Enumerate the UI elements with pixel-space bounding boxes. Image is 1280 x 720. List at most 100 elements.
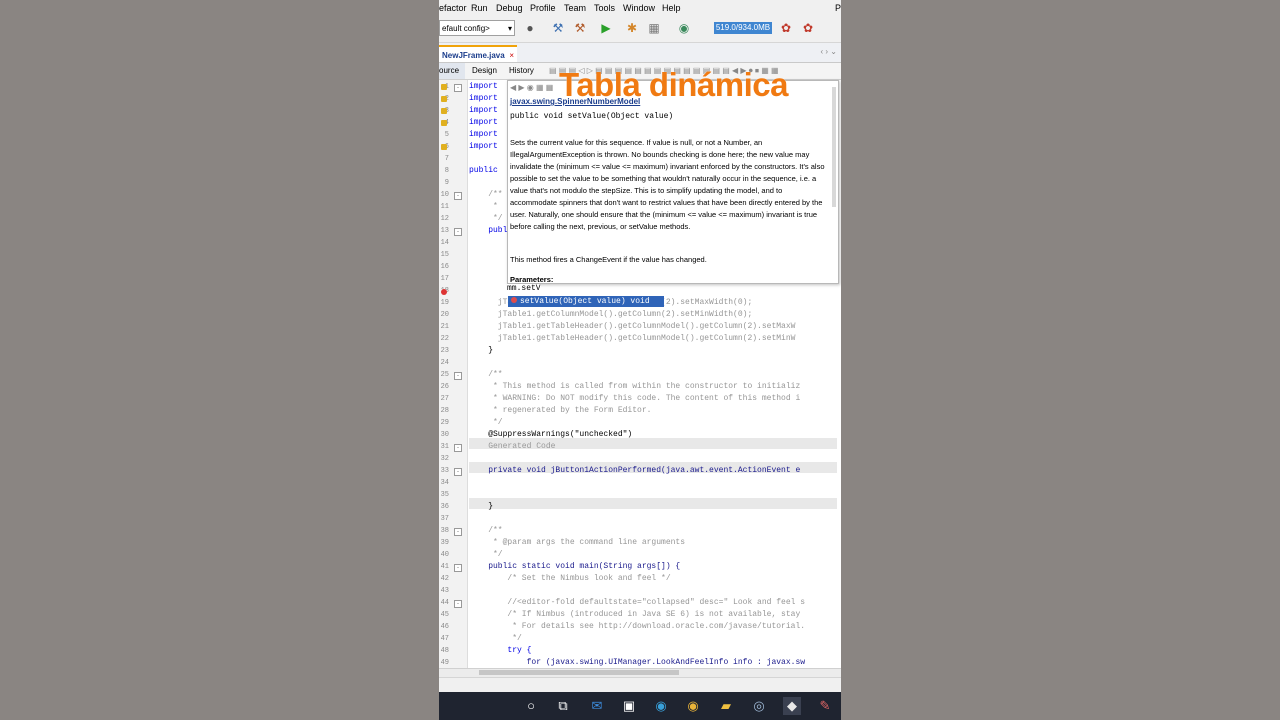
mail-icon[interactable]: ✉ (588, 697, 606, 715)
fold-toggle-icon[interactable]: - (454, 528, 462, 536)
code-line[interactable]: * regenerated by the Form Editor. (469, 406, 651, 415)
code-line[interactable]: import (469, 82, 498, 91)
warning-icon[interactable] (441, 144, 447, 150)
tab-design[interactable]: Design (472, 66, 497, 75)
tab-history[interactable]: History (509, 66, 534, 75)
close-icon[interactable]: × (509, 47, 514, 64)
profile-icon[interactable]: ▦ (647, 21, 661, 35)
tab-nav-arrows-icon[interactable]: ‹ › ⌄ (821, 47, 837, 56)
code-line[interactable]: /** (469, 190, 502, 199)
code-line[interactable]: jTable1.getTableHeader().getColumnModel(… (469, 322, 796, 331)
menu-tools[interactable]: Tools (594, 3, 615, 13)
horizontal-scrollbar[interactable] (439, 668, 841, 677)
edge-icon[interactable]: ◉ (652, 697, 670, 715)
code-line[interactable]: Generated Code (469, 442, 555, 451)
code-line[interactable]: //<editor-fold defaultstate="collapsed" … (469, 598, 805, 607)
status-bar (439, 677, 841, 692)
code-line[interactable]: */ (469, 550, 503, 559)
search-icon[interactable]: ○ (522, 697, 540, 715)
line-number: 31 (440, 443, 449, 451)
warning-icon[interactable] (441, 120, 447, 126)
line-number: 42 (440, 575, 449, 583)
typed-code[interactable]: mm.setV (507, 284, 541, 293)
menu-window[interactable]: Window (623, 3, 655, 13)
config-select[interactable]: efault config> ▾ (439, 20, 515, 36)
task-view-icon[interactable]: ⧉ (554, 697, 572, 715)
code-line[interactable]: } (469, 502, 493, 511)
fold-toggle-icon[interactable]: - (454, 192, 462, 200)
store-icon[interactable]: ▣ (620, 697, 638, 715)
code-line[interactable]: jTable1.getTableHeader().getColumnModel(… (469, 334, 796, 343)
code-line[interactable]: publ (469, 226, 507, 235)
fold-toggle-icon[interactable]: - (454, 84, 462, 92)
code-line[interactable]: /** (469, 526, 502, 535)
code-line[interactable]: import (469, 106, 498, 115)
code-line[interactable]: import (469, 94, 498, 103)
line-number: 8 (444, 167, 449, 175)
code-line[interactable]: * WARNING: Do NOT modify this code. The … (469, 394, 800, 403)
debug-icon[interactable]: ✱ (625, 21, 639, 35)
code-line[interactable]: */ (469, 418, 503, 427)
menu-help[interactable]: Help (662, 3, 681, 13)
fold-toggle-icon[interactable]: - (454, 468, 462, 476)
code-line[interactable]: * For details see http://download.oracle… (469, 622, 805, 631)
tab-newjframe[interactable]: NewJFrame.java × (439, 45, 517, 62)
fold-toggle-icon[interactable]: - (454, 444, 462, 452)
code-line[interactable]: jTable1.getColumnModel().getColumn(2).se… (469, 310, 752, 319)
profile-dropdown-icon[interactable]: ◉ (677, 21, 691, 35)
warning-icon[interactable] (441, 96, 447, 102)
menu-overflow[interactable]: P (835, 3, 841, 13)
fold-toggle-icon[interactable]: - (454, 372, 462, 380)
code-line[interactable]: } (469, 346, 493, 355)
menu-refactor[interactable]: efactor (439, 3, 467, 13)
code-line[interactable]: * @param args the command line arguments (469, 538, 685, 547)
chrome-icon[interactable]: ◉ (684, 697, 702, 715)
run-icon[interactable]: ▶ (599, 21, 613, 35)
line-number: 7 (444, 155, 449, 163)
code-line[interactable]: * This method is called from within the … (469, 382, 800, 391)
fold-toggle-icon[interactable]: - (454, 564, 462, 572)
file-explorer-icon[interactable]: ▰ (717, 697, 735, 715)
completion-item[interactable]: setValue(Object value) void (508, 296, 664, 307)
javadoc-nav-icon[interactable]: ◀ ▶ ◉ ▦ ▦ (510, 83, 553, 92)
warning-icon[interactable] (441, 108, 447, 114)
code-line[interactable]: import (469, 130, 498, 139)
code-line[interactable]: * (469, 202, 498, 211)
netbeans-icon[interactable]: ◆ (783, 697, 801, 715)
code-line[interactable]: import (469, 118, 498, 127)
globe-icon[interactable]: ● (523, 21, 537, 35)
error-icon[interactable] (441, 289, 447, 295)
scroll-thumb[interactable] (479, 670, 679, 675)
code-line[interactable]: try { (469, 646, 531, 655)
code-line[interactable]: @SuppressWarnings("unchecked") (469, 430, 632, 439)
menu-profile[interactable]: Profile (530, 3, 556, 13)
app-icon[interactable]: ✎ (816, 697, 834, 715)
steam-icon[interactable]: ◎ (750, 697, 768, 715)
menu-debug[interactable]: Debug (496, 3, 523, 13)
warning-icon[interactable] (441, 84, 447, 90)
menu-bar: efactor Run Debug Profile Team Tools Win… (439, 0, 841, 16)
code-line[interactable]: /* Set the Nimbus look and feel */ (469, 574, 670, 583)
code-line[interactable]: for (javax.swing.UIManager.LookAndFeelIn… (469, 658, 805, 667)
code-line[interactable]: /** (469, 370, 502, 379)
hammer-icon[interactable]: ⚒ (551, 21, 565, 35)
tab-source[interactable]: ource (439, 63, 466, 79)
gc-profile-icon[interactable]: ✿ (801, 21, 815, 35)
fold-toggle-icon[interactable]: - (454, 600, 462, 608)
code-line[interactable]: public (469, 166, 498, 175)
javadoc-scrollbar[interactable] (832, 87, 836, 207)
code-line[interactable]: /* If Nimbus (introduced in Java SE 6) i… (469, 610, 800, 619)
completion-label: setValue(Object value) void (520, 297, 650, 306)
menu-team[interactable]: Team (564, 3, 586, 13)
code-line[interactable]: public static void main(String args[]) { (469, 562, 680, 571)
menu-run[interactable]: Run (471, 3, 488, 13)
fold-toggle-icon[interactable]: - (454, 228, 462, 236)
code-line[interactable]: import (469, 142, 498, 151)
gc-icon[interactable]: ✿ (779, 21, 793, 35)
clean-build-icon[interactable]: ⚒ (573, 21, 587, 35)
code-line[interactable]: */ (469, 214, 503, 223)
code-line[interactable]: */ (469, 634, 522, 643)
code-line[interactable]: private void jButton1ActionPerformed(jav… (469, 466, 800, 475)
line-number: 34 (440, 479, 449, 487)
memory-indicator[interactable]: 519.0/934.0MB (714, 22, 772, 34)
